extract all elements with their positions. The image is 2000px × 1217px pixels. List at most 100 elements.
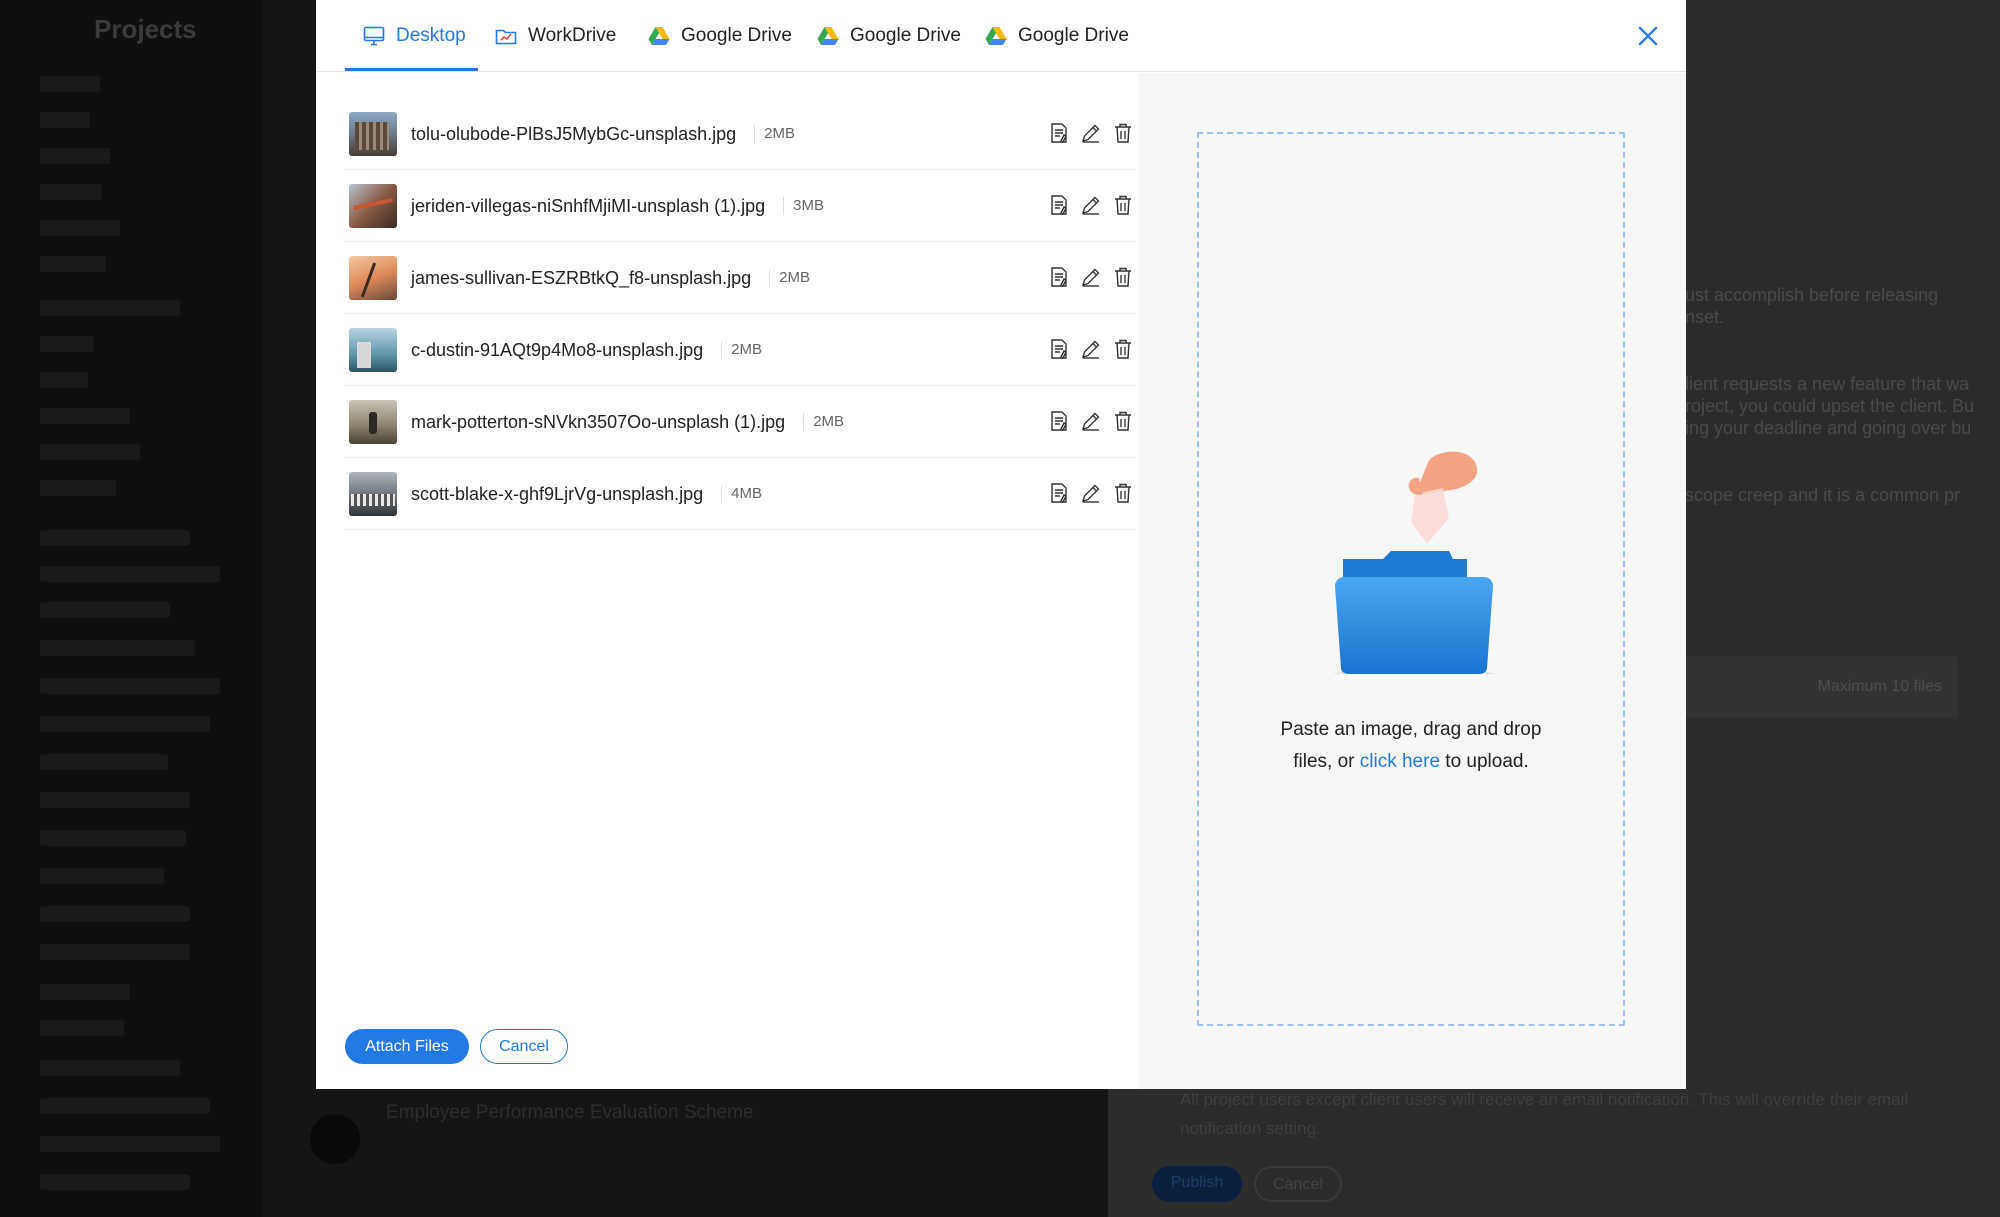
file-actions bbox=[1047, 409, 1135, 433]
background-sidebar-item bbox=[40, 830, 186, 846]
edit-icon[interactable] bbox=[1079, 121, 1103, 145]
tab-label: Desktop bbox=[396, 25, 466, 46]
close-icon[interactable] bbox=[1634, 22, 1662, 50]
background-sidebar-item bbox=[40, 408, 130, 424]
file-size: 2MB bbox=[754, 125, 795, 143]
background-detail-text: roject, you could upset the client. Bu bbox=[1685, 396, 1975, 416]
background-detail-text: ust accomplish before releasing bbox=[1685, 285, 1939, 305]
background-sidebar-item bbox=[40, 444, 140, 460]
drop-zone-line2: files, or click here to upload. bbox=[1199, 746, 1623, 778]
background-sidebar-item bbox=[40, 480, 116, 496]
tab-workdrive[interactable]: WorkDrive bbox=[494, 0, 616, 72]
annotate-icon[interactable] bbox=[1047, 265, 1071, 289]
background-sidebar-item bbox=[40, 300, 180, 316]
background-sidebar-item bbox=[40, 1060, 180, 1076]
background-sidebar-item bbox=[40, 1174, 190, 1190]
file-actions bbox=[1047, 193, 1135, 217]
background-sidebar-item bbox=[40, 716, 210, 732]
background-detail-text: ing your deadline and going over bu bbox=[1685, 418, 1972, 438]
file-thumbnail bbox=[349, 328, 397, 372]
file-actions bbox=[1047, 337, 1135, 361]
tab-desktop[interactable]: Desktop bbox=[362, 0, 466, 72]
background-sidebar-item bbox=[40, 1020, 124, 1036]
annotate-icon[interactable] bbox=[1047, 337, 1071, 361]
file-thumbnail bbox=[349, 472, 397, 516]
tab-google-drive-1[interactable]: Google Drive bbox=[647, 0, 792, 72]
attach-files-button[interactable]: Attach Files bbox=[345, 1029, 469, 1064]
file-size: 2MB bbox=[803, 413, 844, 431]
file-name: tolu-olubode-PlBsJ5MybGc-unsplash.jpg bbox=[411, 123, 737, 144]
background-sidebar-item bbox=[40, 868, 164, 884]
drop-zone[interactable]: Paste an image, drag and drop files, or … bbox=[1197, 132, 1625, 1026]
file-name: jeriden-villegas-niSnhfMjiMI-unsplash (1… bbox=[411, 195, 766, 216]
background-sidebar-item bbox=[40, 530, 190, 546]
drop-zone-suffix: to upload. bbox=[1440, 751, 1529, 772]
file-thumbnail bbox=[349, 184, 397, 228]
annotate-icon[interactable] bbox=[1047, 121, 1071, 145]
trash-icon[interactable] bbox=[1111, 265, 1135, 289]
file-row: c-dustin-91AQt9p4Mo8-unsplash.jpg 2MB bbox=[345, 315, 1135, 386]
background-sidebar-item bbox=[40, 754, 168, 770]
background-sidebar-item bbox=[40, 678, 220, 694]
cancel-button[interactable]: Cancel bbox=[480, 1029, 568, 1064]
google-drive-icon bbox=[985, 27, 1007, 45]
background-sidebar-item bbox=[40, 256, 106, 272]
annotate-icon[interactable] bbox=[1047, 409, 1071, 433]
attach-files-modal: Desktop WorkDrive Google Drive Google Dr… bbox=[316, 0, 1686, 1089]
edit-icon[interactable] bbox=[1079, 409, 1103, 433]
background-sidebar-item bbox=[40, 220, 120, 236]
file-actions bbox=[1047, 481, 1135, 505]
file-row: scott-blake-x-ghf9LjrVg-unsplash.jpg 4MB bbox=[345, 459, 1135, 530]
background-sidebar-item bbox=[40, 372, 88, 388]
background-sidebar-item bbox=[40, 984, 130, 1000]
background-sidebar-item bbox=[40, 1136, 220, 1152]
monitor-icon bbox=[363, 26, 385, 46]
edit-icon[interactable] bbox=[1079, 265, 1103, 289]
annotate-icon[interactable] bbox=[1047, 193, 1071, 217]
background-detail-text: lient requests a new feature that wa bbox=[1685, 374, 1970, 394]
upload-pane: Paste an image, drag and drop files, or … bbox=[1138, 73, 1686, 1089]
background-detail-text: nset. bbox=[1685, 307, 1725, 327]
background-sidebar-item bbox=[40, 112, 90, 128]
background-sidebar-item bbox=[40, 906, 190, 922]
edit-icon[interactable] bbox=[1079, 193, 1103, 217]
file-name: c-dustin-91AQt9p4Mo8-unsplash.jpg bbox=[411, 339, 704, 360]
trash-icon[interactable] bbox=[1111, 409, 1135, 433]
background-sidebar-item bbox=[40, 184, 102, 200]
background-sidebar-item bbox=[40, 602, 170, 618]
tab-label: WorkDrive bbox=[528, 25, 617, 46]
trash-icon[interactable] bbox=[1111, 193, 1135, 217]
file-thumbnail bbox=[349, 256, 397, 300]
tab-google-drive-2[interactable]: Google Drive bbox=[816, 0, 961, 72]
workdrive-icon bbox=[495, 29, 517, 45]
edit-icon[interactable] bbox=[1079, 481, 1103, 505]
file-thumbnail bbox=[349, 400, 397, 444]
tab-label: Google Drive bbox=[681, 25, 792, 46]
tab-label: Google Drive bbox=[1018, 25, 1129, 46]
file-name: scott-blake-x-ghf9LjrVg-unsplash.jpg bbox=[411, 483, 704, 504]
background-sidebar-item bbox=[40, 640, 195, 656]
file-row: jeriden-villegas-niSnhfMjiMI-unsplash (1… bbox=[345, 171, 1135, 242]
trash-icon[interactable] bbox=[1111, 481, 1135, 505]
edit-icon[interactable] bbox=[1079, 337, 1103, 361]
file-actions bbox=[1047, 121, 1135, 145]
background-sidebar-item bbox=[40, 336, 94, 352]
file-size: 2MB bbox=[721, 341, 762, 359]
file-row: mark-potterton-sNVkn3507Oo-unsplash (1).… bbox=[345, 387, 1135, 458]
background-sidebar-item bbox=[40, 76, 100, 92]
background-sidebar-item bbox=[40, 1098, 210, 1114]
file-row: james-sullivan-ESZRBtkQ_f8-unsplash.jpg … bbox=[345, 243, 1135, 314]
trash-icon[interactable] bbox=[1111, 337, 1135, 361]
annotate-icon[interactable] bbox=[1047, 481, 1071, 505]
trash-icon[interactable] bbox=[1111, 121, 1135, 145]
drop-zone-prefix: files, or bbox=[1293, 751, 1360, 772]
file-thumbnail bbox=[349, 112, 397, 156]
google-drive-icon bbox=[648, 27, 670, 45]
background-sidebar-title: Projects bbox=[94, 14, 197, 44]
file-size: 4MB bbox=[721, 485, 762, 503]
click-here-link[interactable]: click here bbox=[1360, 751, 1440, 772]
tab-google-drive-3[interactable]: Google Drive bbox=[984, 0, 1129, 72]
background-sidebar: Projects bbox=[0, 0, 262, 1217]
background-sidebar-item bbox=[40, 148, 110, 164]
background-sidebar-item bbox=[40, 792, 190, 808]
